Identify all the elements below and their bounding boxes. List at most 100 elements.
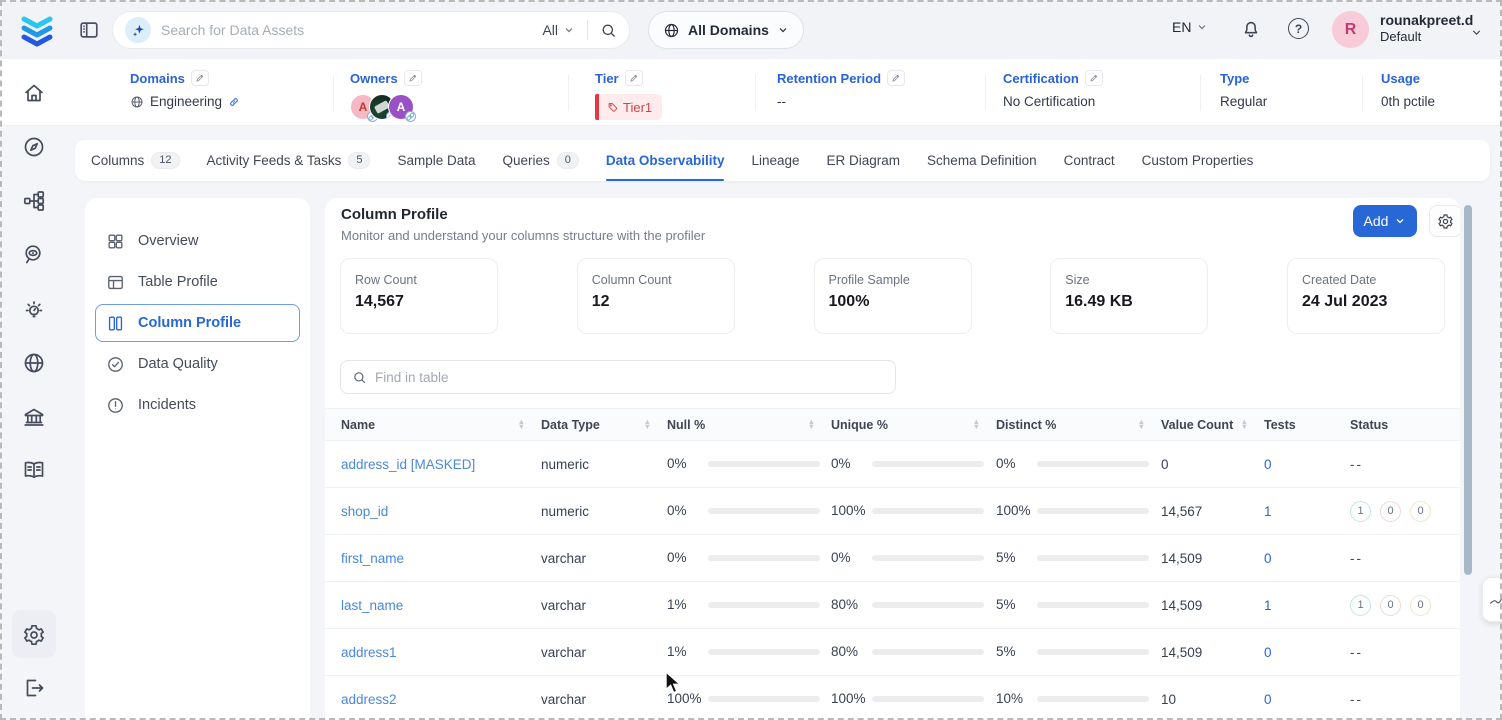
search-icon [352,370,367,385]
rail-insights-icon[interactable] [21,296,47,322]
tab-contract[interactable]: Contract [1064,140,1115,181]
search-scope-dropdown[interactable]: All [542,22,575,38]
tab-sample-data[interactable]: Sample Data [397,140,475,181]
status-badge-aborted[interactable]: 0 [1410,595,1431,616]
table-row: first_namevarchar0%0%5%14,5090-- [325,535,1460,582]
column-header-name[interactable]: Name▲▼ [341,418,541,432]
link-icon[interactable] [228,96,240,108]
left-icon-rail [0,59,64,720]
rail-settings-icon[interactable] [21,622,47,648]
search-submit-icon[interactable] [600,22,617,39]
profiler-nav-data-quality[interactable]: Data Quality [95,345,300,383]
tab-er-diagram[interactable]: ER Diagram [827,140,901,181]
table-icon [106,273,125,292]
edit-pencil-icon[interactable] [887,70,905,86]
edit-pencil-icon[interactable] [191,70,209,86]
tests-count-link[interactable]: 0 [1264,457,1272,472]
sort-carets-icon[interactable]: ▲▼ [1241,420,1248,429]
column-name-link[interactable]: address_id [MASKED] [341,457,475,472]
field-label: Usage [1381,71,1420,86]
sort-carets-icon[interactable]: ▲▼ [518,420,525,429]
ai-sparkle-icon[interactable] [125,17,151,43]
tab-schema-definition[interactable]: Schema Definition [927,140,1037,181]
rail-explore-icon[interactable] [21,134,47,160]
find-in-table-input[interactable] [375,370,884,385]
rail-domains-icon[interactable] [21,350,47,376]
global-search-bar[interactable]: All [112,11,630,49]
tab-data-observability[interactable]: Data Observability [606,140,725,181]
rail-glossary-icon[interactable] [21,457,47,483]
column-header-null-[interactable]: Null %▲▼ [667,418,831,432]
help-icon[interactable]: ? [1288,18,1309,39]
profiler-nav-overview[interactable]: Overview [95,222,300,260]
edit-pencil-icon[interactable] [625,70,643,86]
unique-percent-cell: 80% [831,644,996,661]
owner-avatar[interactable]: A🔗 [388,94,414,120]
profiler-settings-button[interactable] [1429,205,1460,237]
openmetadata-logo-icon[interactable] [18,11,56,49]
vertical-scrollbar-thumb[interactable] [1464,205,1472,575]
tests-count-link[interactable]: 1 [1264,598,1272,613]
percent-bar-track [708,649,820,655]
status-badge-aborted[interactable]: 0 [1410,501,1431,522]
rail-discovery-icon[interactable] [21,242,47,268]
find-in-table-search[interactable] [340,360,896,394]
status-badge-success[interactable]: 1 [1350,501,1371,522]
tab-lineage[interactable]: Lineage [751,140,799,181]
tier-tag[interactable]: Tier1 [595,94,662,120]
user-avatar[interactable]: R [1332,11,1369,48]
owners-avatar-stack[interactable]: A🔗🔗A🔗 [350,94,414,120]
column-name-link[interactable]: address2 [341,692,397,707]
tab-queries[interactable]: Queries0 [503,140,579,181]
rail-home-icon[interactable] [21,80,47,106]
user-menu-chevron-icon[interactable] [1470,26,1483,39]
column-header-unique-[interactable]: Unique %▲▼ [831,418,996,432]
entity-field-retention-period: Retention Period-- [777,69,905,109]
column-header-data-type[interactable]: Data Type▲▼ [541,418,667,432]
status-empty: -- [1350,645,1363,660]
column-name-link[interactable]: shop_id [341,504,388,519]
column-name-link[interactable]: last_name [341,598,403,613]
nav-label: Incidents [138,397,196,413]
tab-custom-properties[interactable]: Custom Properties [1142,140,1254,181]
profiler-nav-table-profile[interactable]: Table Profile [95,263,300,301]
status-badge-success[interactable]: 1 [1350,595,1371,616]
tab-activity-feeds-tasks[interactable]: Activity Feeds & Tasks5 [207,140,371,181]
tests-count-link[interactable]: 0 [1264,551,1272,566]
profiler-nav-column-profile[interactable]: Column Profile [95,304,300,342]
column-header-value-count[interactable]: Value Count▲▼ [1161,418,1264,432]
status-badge-failed[interactable]: 0 [1380,595,1401,616]
tests-count-link[interactable]: 0 [1264,692,1272,707]
notifications-bell-icon[interactable] [1240,18,1262,40]
search-input[interactable] [161,22,542,38]
add-button[interactable]: Add [1353,205,1417,237]
sidebar-toggle-icon[interactable] [78,19,100,41]
domain-value[interactable]: Engineering [150,94,222,109]
sort-carets-icon[interactable]: ▲▼ [1138,420,1145,429]
rail-governance-icon[interactable] [21,404,47,430]
column-header-distinct-[interactable]: Distinct %▲▼ [996,418,1161,432]
profiler-nav-incidents[interactable]: Incidents [95,386,300,424]
annotation-tool-button[interactable] [1482,577,1502,622]
language-dropdown[interactable]: EN [1172,19,1208,35]
tests-count-link[interactable]: 1 [1264,504,1272,519]
edit-pencil-icon[interactable] [404,70,422,86]
column-name-link[interactable]: address1 [341,645,397,660]
tests-count-link[interactable]: 0 [1264,645,1272,660]
column-name-link[interactable]: first_name [341,551,404,566]
rail-logout-icon[interactable] [21,675,47,701]
status-badge-failed[interactable]: 0 [1380,501,1401,522]
table-row: shop_idnumeric0%100%100%14,5671100 [325,488,1460,535]
edit-pencil-icon[interactable] [1085,70,1103,86]
stat-value: 14,567 [355,293,483,311]
sort-carets-icon[interactable]: ▲▼ [808,420,815,429]
rail-lineage-icon[interactable] [21,188,47,214]
all-domains-dropdown[interactable]: All Domains [648,11,804,49]
tab-columns[interactable]: Columns12 [91,140,180,181]
sort-carets-icon[interactable]: ▲▼ [973,420,980,429]
user-menu[interactable]: rounakpreet.d Default [1380,11,1473,46]
user-team: Default [1380,29,1473,46]
sort-carets-icon[interactable]: ▲▼ [644,420,651,429]
data-type-cell: varchar [541,692,667,707]
stat-card-size: Size16.49 KB [1050,258,1208,334]
